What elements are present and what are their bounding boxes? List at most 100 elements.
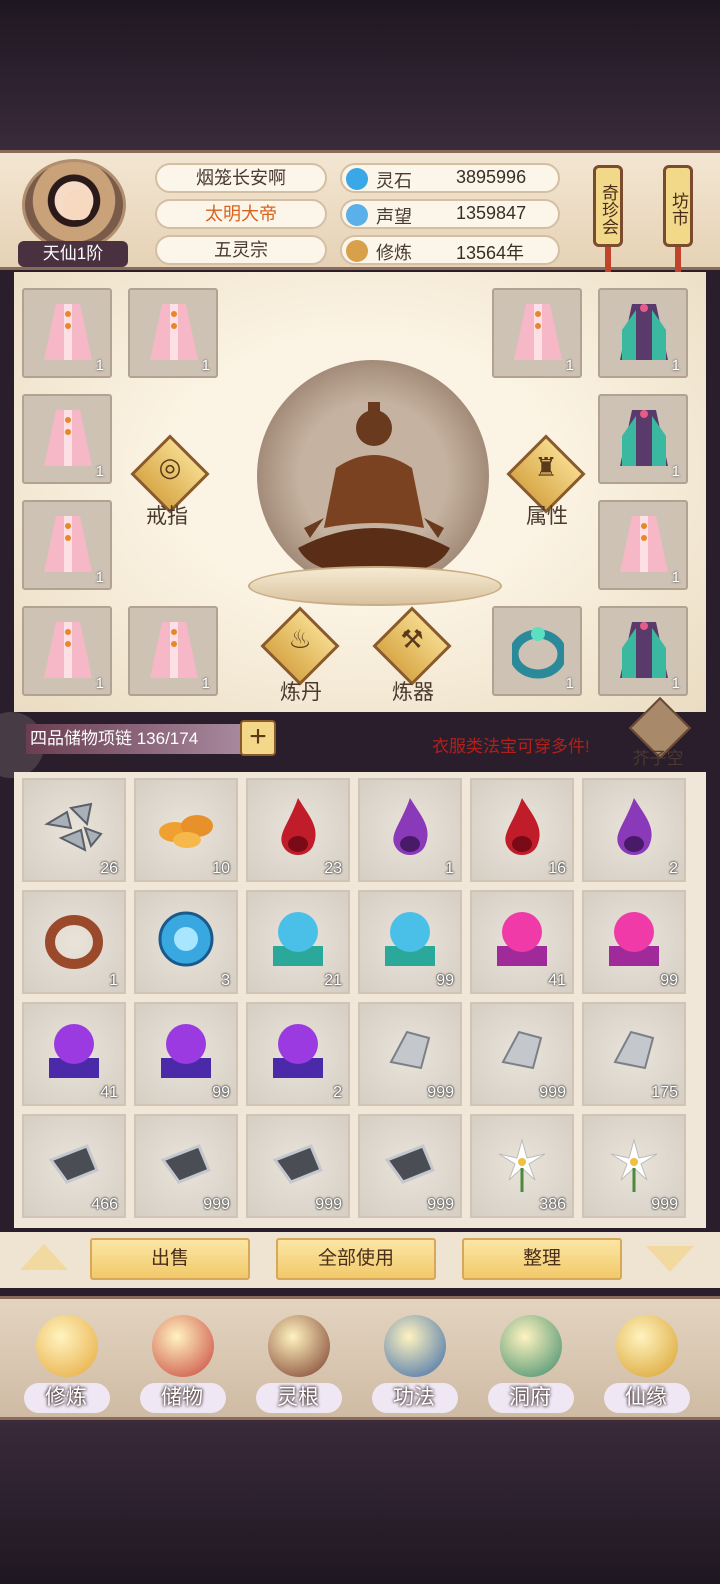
inventory-item-red-flame[interactable]: 23 [246, 778, 350, 882]
item-count: 386 [539, 1196, 566, 1213]
nav-label: 洞府 [509, 1386, 551, 1409]
dark-robe-icon [620, 622, 668, 678]
expand-bag-button[interactable]: + [240, 720, 276, 756]
item-count: 999 [539, 1084, 566, 1101]
cultivate-icon [36, 1315, 98, 1377]
alchemy-label: 炼丹 [280, 681, 322, 704]
pink-robe-icon [44, 410, 92, 466]
market-button[interactable]: 坊市 [663, 165, 693, 247]
player-name: 烟笼长安啊 [155, 163, 327, 193]
inventory-item-silver-ore[interactable]: 999 [358, 1002, 462, 1106]
inventory-item-white-lily[interactable]: 999 [582, 1114, 686, 1218]
mustard-space-button[interactable]: 芥子空间 [626, 696, 692, 793]
item-count: 2 [669, 860, 678, 877]
dark-robe-icon [620, 410, 668, 466]
equip-slot-robe[interactable]: 1 [492, 288, 582, 378]
item-count: 999 [315, 1196, 342, 1213]
page-down-arrow-icon[interactable] [646, 1246, 694, 1272]
slot-count: 1 [671, 675, 680, 692]
use-all-button[interactable]: 全部使用 [276, 1238, 436, 1280]
nav-item-2[interactable]: 灵根 [248, 1309, 348, 1419]
item-count: 999 [427, 1084, 454, 1101]
equip-slot-robe[interactable]: 1 [598, 606, 688, 696]
equip-slot-robe[interactable]: 1 [598, 500, 688, 590]
equip-slot-robe[interactable]: 1 [22, 606, 112, 696]
inventory-item-dark-ore[interactable]: 999 [134, 1114, 238, 1218]
equip-slot-robe[interactable]: 1 [22, 394, 112, 484]
stat-label: 声望 [376, 207, 412, 227]
item-count: 41 [548, 972, 566, 989]
page-up-arrow-icon[interactable] [20, 1244, 68, 1270]
nav-label: 功法 [393, 1386, 435, 1409]
pink-robe-icon [514, 304, 562, 360]
nav-item-5[interactable]: 仙缘 [596, 1309, 696, 1419]
item-count: 21 [324, 972, 342, 989]
technique-book-icon [384, 1315, 446, 1377]
arrange-button[interactable]: 整理 [462, 1238, 622, 1280]
equip-slot-robe[interactable]: 1 [22, 288, 112, 378]
inventory-grid: 26 10 23 1 16 2 1 3 21 99 41 99 41 99 2 999 999 175 466 999… [14, 772, 706, 1228]
inventory-item-silver-ore[interactable]: 999 [470, 1002, 574, 1106]
nav-label: 仙缘 [625, 1386, 667, 1409]
inventory-item-dark-ore[interactable]: 999 [358, 1114, 462, 1218]
inventory-item-purple-flame[interactable]: 2 [582, 778, 686, 882]
inventory-item-silver-ore[interactable]: 175 [582, 1002, 686, 1106]
inventory-item-purple-pedestal-orb[interactable]: 41 [22, 1002, 126, 1106]
player-sect: 五灵宗 [155, 235, 327, 265]
nav-item-4[interactable]: 洞府 [480, 1309, 580, 1419]
inventory-item-pink-pedestal-orb[interactable]: 99 [582, 890, 686, 994]
equip-slot-robe[interactable]: 1 [598, 288, 688, 378]
top-background [0, 0, 720, 150]
pink-robe-icon [620, 516, 668, 572]
nav-item-1[interactable]: 储物 [132, 1309, 232, 1419]
inventory-item-pink-pedestal-orb[interactable]: 41 [470, 890, 574, 994]
ring-icon: ◎ [158, 452, 182, 482]
slot-count: 1 [565, 675, 574, 692]
anvil-icon: ⚒ [400, 624, 424, 654]
inventory-item-iron-shards[interactable]: 26 [22, 778, 126, 882]
inventory-item-red-flame[interactable]: 16 [470, 778, 574, 882]
spirit-stone-icon [346, 168, 368, 190]
treasure-fair-button[interactable]: 奇珍会 [593, 165, 623, 247]
avatar[interactable] [22, 159, 126, 251]
equip-slot-robe[interactable]: 1 [598, 394, 688, 484]
storage-bag-icon [152, 1315, 214, 1377]
item-count: 99 [212, 1084, 230, 1101]
item-count: 16 [548, 860, 566, 877]
inventory-item-blue-orb[interactable]: 3 [134, 890, 238, 994]
inventory-item-dark-ore[interactable]: 466 [22, 1114, 126, 1218]
ring-label: 戒指 [146, 505, 188, 528]
nav-item-0[interactable]: 修炼 [16, 1309, 116, 1419]
cave-mansion-icon [500, 1315, 562, 1377]
spirit-root-icon [268, 1315, 330, 1377]
cultivation-icon [346, 240, 368, 262]
inventory-item-wooden-ring[interactable]: 1 [22, 890, 126, 994]
inventory-item-white-lily[interactable]: 386 [470, 1114, 574, 1218]
cauldron-icon: ♨ [288, 624, 312, 654]
equip-slot-robe[interactable]: 1 [22, 500, 112, 590]
reputation-icon [346, 204, 368, 226]
immortal-fate-icon [616, 1315, 678, 1377]
inventory-item-teal-pedestal-orb[interactable]: 99 [358, 890, 462, 994]
item-count: 26 [100, 860, 118, 877]
equip-slot-ring[interactable]: 1 [492, 606, 582, 696]
equipment-panel: 1 1 1 1 1 1 1 1 1 1 1 1 ◎ 戒指 ♜ 属性 ♨ 炼丹 ⚒… [14, 272, 706, 712]
player-title[interactable]: 太明大帝 [155, 199, 327, 229]
inventory-item-dark-ore[interactable]: 999 [246, 1114, 350, 1218]
item-count: 10 [212, 860, 230, 877]
sell-button[interactable]: 出售 [90, 1238, 250, 1280]
equip-slot-robe[interactable]: 1 [128, 606, 218, 696]
inventory-item-purple-flame[interactable]: 1 [358, 778, 462, 882]
nav-item-3[interactable]: 功法 [364, 1309, 464, 1419]
inventory-item-gold-ore[interactable]: 10 [134, 778, 238, 882]
item-count: 999 [651, 1196, 678, 1213]
slot-count: 1 [95, 463, 104, 480]
item-count: 1 [445, 860, 454, 877]
stat-value: 13564年 [456, 243, 525, 263]
slot-count: 1 [671, 569, 680, 586]
inventory-item-purple-pedestal-orb[interactable]: 2 [246, 1002, 350, 1106]
nav-label: 灵根 [277, 1386, 319, 1409]
inventory-item-teal-pedestal-orb[interactable]: 21 [246, 890, 350, 994]
equip-slot-robe[interactable]: 1 [128, 288, 218, 378]
inventory-item-purple-pedestal-orb[interactable]: 99 [134, 1002, 238, 1106]
